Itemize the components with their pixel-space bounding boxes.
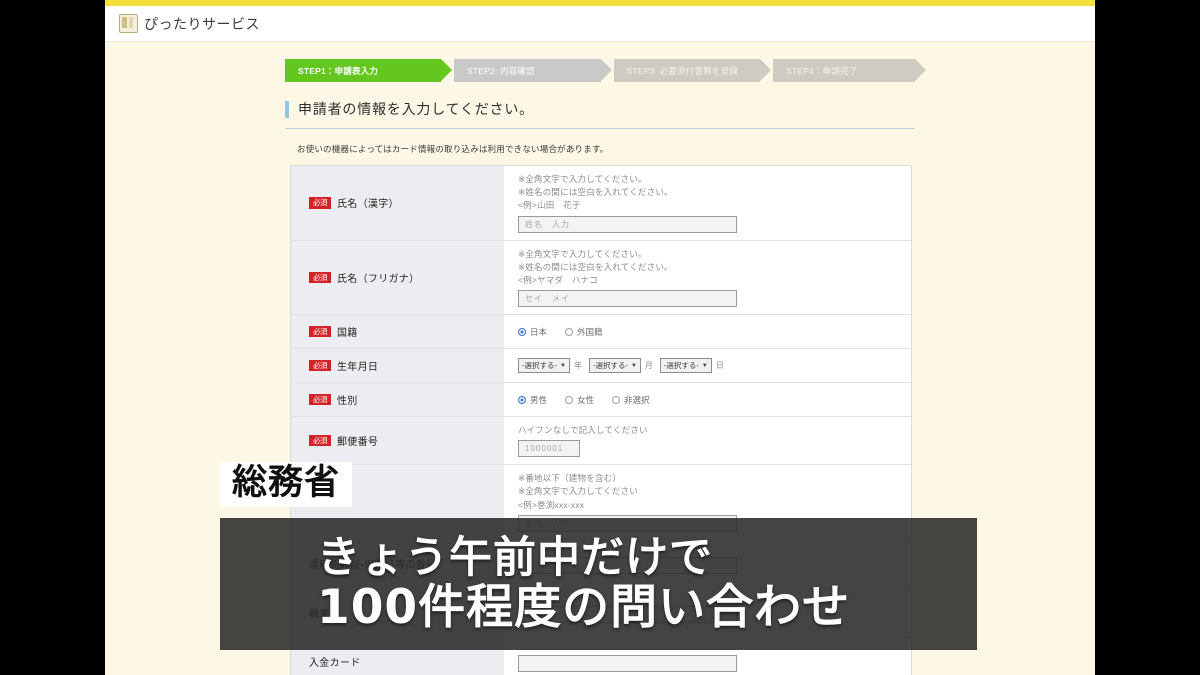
- radio-gender-female[interactable]: 女性: [565, 394, 594, 406]
- caption-line-1: きょう午前中だけで: [317, 532, 713, 583]
- step-label-4: STEP4：申請完了: [786, 65, 858, 76]
- title-accent-bar: [285, 100, 289, 118]
- unit-month: 月: [644, 361, 653, 371]
- gender-radio-group: 男性 女性 非選択: [518, 394, 911, 406]
- chevron-down-icon: ▼: [630, 362, 637, 369]
- step-item-4[interactable]: STEP4：申請完了: [773, 59, 926, 82]
- select-value: -選択する-: [592, 361, 628, 371]
- radio-dot-icon: [518, 327, 526, 336]
- pittari-logo-icon: [119, 14, 138, 33]
- required-badge: 必須: [309, 325, 331, 338]
- row-label-cell: 必須 氏名（漢字）: [291, 166, 504, 240]
- field-hint: ※全角文字で入力してください。: [518, 248, 647, 259]
- chevron-down-icon: ▼: [701, 362, 708, 369]
- caption-line-2: 100件程度の問い合わせ: [317, 579, 851, 635]
- field-label: 氏名（フリガナ）: [337, 273, 420, 285]
- name-kana-input[interactable]: セイ メイ: [518, 290, 737, 308]
- field-label: 郵便番号: [337, 437, 379, 449]
- radio-gender-unselected[interactable]: 非選択: [612, 394, 650, 406]
- radio-gender-male[interactable]: 男性: [518, 394, 547, 406]
- select-value: -選択する-: [663, 361, 699, 371]
- page-notice: お使いの機器によってはカード情報の取り込みは利用できない場合があります。: [297, 144, 609, 154]
- field-hint: ※全角文字で入力してください。: [518, 174, 647, 184]
- row-value-cell: ※全角文字で入力してください。 ※姓名の間には空白を入れてください。 <例>山田…: [504, 166, 911, 240]
- table-row: 必須 生年月日 -選択する- ▼ 年 -選択する- ▼ 月 -選択する- ▼ 日: [291, 349, 911, 384]
- radio-label: 女性: [577, 394, 595, 405]
- radio-nationality-foreign[interactable]: 外国籍: [565, 326, 603, 338]
- radio-dot-icon: [565, 327, 574, 336]
- row-value-cell: ハイフンなしで記入してください 1000001: [504, 417, 911, 465]
- birth-day-select[interactable]: -選択する- ▼: [659, 358, 712, 374]
- postal-code-input[interactable]: 1000001: [518, 440, 580, 458]
- step-label-2: STEP2: 内容確認: [466, 65, 535, 76]
- radio-dot-icon: [518, 395, 526, 404]
- step-item-1[interactable]: STEP1：申請表入力: [285, 59, 452, 82]
- required-badge: 必須: [309, 197, 331, 209]
- radio-label: 非選択: [624, 394, 650, 405]
- field-hint: ※番地以下（建物を含む）: [518, 473, 622, 484]
- table-row: 必須 国籍 日本 外国籍: [291, 315, 911, 350]
- step-label-3: STEP3: 必要添付書類を登録: [626, 65, 738, 76]
- table-row: 必須 氏名（漢字） ※全角文字で入力してください。 ※姓名の間には空白を入れてく…: [291, 166, 911, 241]
- birthdate-select-group: -選択する- ▼ 年 -選択する- ▼ 月 -選択する- ▼ 日: [518, 358, 911, 374]
- row-label-cell: 必須 氏名（フリガナ）: [291, 240, 504, 315]
- select-value: -選択する-: [522, 361, 557, 371]
- name-kanji-input[interactable]: 姓名 入力: [518, 215, 737, 233]
- chevron-down-icon: ▼: [560, 362, 566, 369]
- field-hint: ※全角文字で入力してください: [518, 486, 638, 497]
- field-hint: ※姓名の間には空白を入れてください。: [518, 187, 673, 198]
- row-value-cell: 日本 外国籍: [504, 315, 911, 349]
- row-label-cell: 必須 性別: [291, 383, 504, 417]
- page-title: 申請者の情報を入力してください。: [298, 101, 534, 117]
- birth-month-select[interactable]: -選択する- ▼: [588, 358, 641, 374]
- radio-label: 外国籍: [577, 326, 603, 337]
- organization-tag: 総務省: [220, 462, 353, 507]
- step-progress: STEP1：申請表入力 STEP2: 内容確認 STEP3: 必要添付書類を登録…: [285, 59, 926, 82]
- radio-label: 男性: [530, 394, 548, 405]
- field-hint: <例>山田 花子: [518, 200, 581, 211]
- required-badge: 必須: [309, 271, 331, 284]
- birth-year-select[interactable]: -選択する- ▼: [518, 358, 570, 374]
- table-row: 必須 郵便番号 ハイフンなしで記入してください 1000001: [291, 417, 911, 466]
- field-label: 生年月日: [337, 362, 379, 374]
- row-label-cell: 必須 生年月日: [291, 349, 504, 383]
- nationality-radio-group: 日本 外国籍: [518, 326, 911, 338]
- unit-year: 年: [573, 361, 582, 371]
- field-hint: <例>ヤマダ ハナコ: [518, 274, 598, 285]
- field-label: 国籍: [337, 328, 358, 340]
- table-row: 必須 氏名（フリガナ） ※全角文字で入力してください。 ※姓名の間には空白を入れ…: [291, 240, 911, 316]
- radio-label: 日本: [530, 326, 548, 337]
- radio-dot-icon: [612, 395, 621, 404]
- field-label: 入金カード: [309, 658, 361, 670]
- row-value-cell: ※全角文字で入力してください。 ※姓名の間には空白を入れてください。 <例>ヤマ…: [504, 240, 911, 315]
- page-title-section: 申請者の情報を入力してください。: [285, 99, 915, 129]
- row-label-cell: 必須 郵便番号: [291, 417, 504, 465]
- field-label: 氏名（漢字）: [337, 199, 399, 211]
- site-header: ぴったりサービス: [105, 6, 1095, 42]
- table-row: 必須 性別 男性 女性 非選択: [291, 383, 911, 418]
- unit-day: 日: [715, 361, 724, 371]
- row-value-cell: 男性 女性 非選択: [504, 383, 911, 417]
- step-item-2[interactable]: STEP2: 内容確認: [453, 59, 612, 82]
- required-badge: 必須: [309, 359, 331, 372]
- payment-card-input[interactable]: [518, 654, 737, 672]
- field-hint: <例>巻渕xxx-xxx: [518, 499, 585, 510]
- row-label-cell: 必須 国籍: [291, 315, 504, 349]
- field-label: 性別: [337, 396, 358, 408]
- row-value-cell: -選択する- ▼ 年 -選択する- ▼ 月 -選択する- ▼ 日: [504, 349, 911, 383]
- broadcast-caption: きょう午前中だけで 100件程度の問い合わせ: [220, 518, 977, 650]
- radio-dot-icon: [565, 395, 574, 404]
- field-hint: ハイフンなしで記入してください: [518, 425, 648, 436]
- site-logo-text: ぴったりサービス: [144, 15, 260, 32]
- field-hint: ※姓名の間には空白を入れてください。: [518, 261, 673, 272]
- step-item-3[interactable]: STEP3: 必要添付書類を登録: [613, 59, 771, 82]
- step-label-1: STEP1：申請表入力: [298, 65, 379, 76]
- required-badge: 必須: [309, 393, 331, 406]
- required-badge: 必須: [309, 434, 331, 447]
- radio-nationality-japan[interactable]: 日本: [518, 326, 547, 338]
